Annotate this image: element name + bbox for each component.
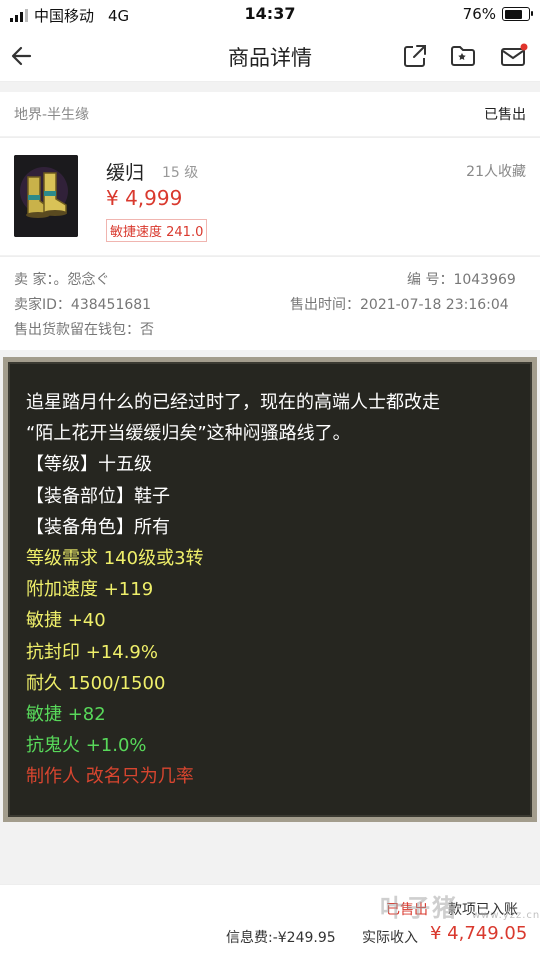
- item-name: 缓归: [106, 162, 145, 184]
- status-right: 76%: [462, 5, 533, 23]
- watermark-url: www.yzz.cn: [472, 910, 540, 921]
- sold-time: 2021-07-18 23:16:04: [360, 297, 509, 313]
- clock: 14:37: [244, 4, 296, 23]
- battery-percent: 76%: [462, 5, 496, 23]
- listing-status: 已售出: [484, 107, 526, 123]
- seller-id-line: 卖家ID：438451681: [14, 294, 151, 314]
- listing-number: 1043969: [453, 272, 516, 288]
- listing-header: 地界-半生缘 已售出: [0, 92, 540, 136]
- description-line: 抗封印 +14.9%: [26, 641, 158, 663]
- wallet-label: 售出货款留在钱包：: [14, 322, 140, 338]
- description-line: 等级需求 140级或3转: [26, 548, 204, 569]
- seller-name: 。怨念ぐ: [53, 272, 110, 288]
- description-line: 追星踏月什么的已经过时了，现在的高端人士都改走: [26, 392, 440, 413]
- wallet-value: 否: [140, 322, 154, 338]
- description-line: 制作人 改名只为几率: [26, 766, 194, 788]
- item-price: ¥ 4,999: [106, 186, 183, 210]
- share-icon[interactable]: [401, 42, 429, 70]
- seller-info: 卖 家：。怨念ぐ 编 号：1043969 卖家ID：438451681 售出时间…: [0, 256, 540, 350]
- watermark-text: 叶子猪: [380, 894, 458, 922]
- nav-bar: 商品详情: [0, 30, 540, 82]
- mail-icon[interactable]: [499, 42, 528, 70]
- description-line: 【装备部位】鞋子: [26, 485, 170, 507]
- info-fee: 信息费:-¥249.95: [226, 930, 336, 946]
- battery-icon: [502, 7, 533, 21]
- net-income-label: 实际收入: [362, 930, 418, 946]
- attribute-tag: 敏捷速度 241.0: [106, 219, 208, 242]
- folder-icon[interactable]: [449, 42, 477, 70]
- description-line: 耐久 1500/1500: [26, 672, 166, 694]
- seller-name-line: 卖 家：。怨念ぐ: [14, 269, 109, 289]
- seller-name-label: 卖 家：: [14, 272, 54, 288]
- battery-fill: [504, 9, 522, 19]
- description-line: 【装备角色】所有: [26, 516, 170, 538]
- listing-number-label: 编 号：: [407, 272, 454, 288]
- seller-id: 438451681: [70, 297, 152, 313]
- listing-number-line: 编 号：1043969: [407, 269, 516, 289]
- description-line: 敏捷 +82: [26, 704, 106, 725]
- favorites-count: 21人收藏: [466, 164, 526, 180]
- seller-id-label: 卖家ID：: [14, 297, 71, 313]
- description-line: 【等级】十五级: [26, 454, 152, 476]
- boots-icon[interactable]: [14, 155, 78, 237]
- item-level: 15 级: [162, 165, 199, 181]
- server-name: 地界-半生缘: [14, 107, 90, 123]
- item-description-panel: 追星踏月什么的已经过时了，现在的高端人士都改走 “陌上花开当缓缓归矣”这种闷骚路线…: [3, 357, 537, 822]
- description-line: “陌上花开当缓缓归矣”这种闷骚路线了。: [26, 423, 351, 445]
- sold-time-label: 售出时间：: [290, 297, 360, 313]
- description-line: 附加速度 +119: [26, 579, 154, 601]
- item-summary: 缓归 15 级 21人收藏 ¥ 4,999 敏捷速度 241.0: [0, 137, 540, 255]
- back-arrow-icon[interactable]: [8, 40, 40, 72]
- status-bar: 中国移动 4G 14:37 76%: [0, 0, 540, 30]
- description-line: 敏捷 +40: [26, 610, 106, 632]
- sold-time-line: 售出时间：2021-07-18 23:16:04: [290, 294, 509, 314]
- description-line: 抗鬼火 +1.0%: [26, 735, 147, 757]
- wallet-line: 售出货款留在钱包：否: [14, 319, 154, 339]
- watermark-logo: 叶子猪 www.yzz.cn: [380, 888, 539, 928]
